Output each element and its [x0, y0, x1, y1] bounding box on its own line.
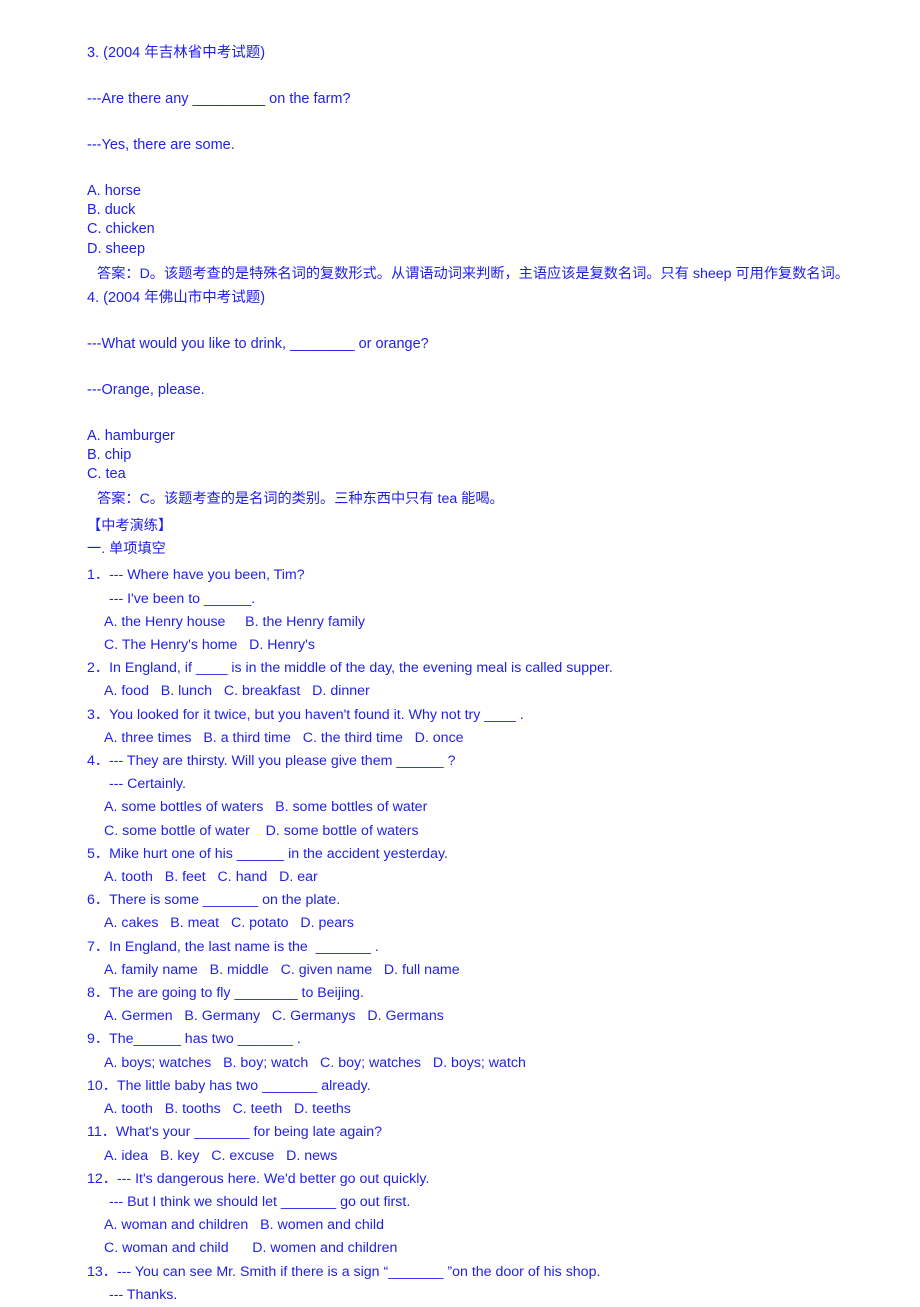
question-options-row: C. some bottle of water D. some bottle o… — [104, 822, 419, 839]
question-item: 4．--- They are thirsty. Will you please … — [87, 750, 887, 843]
question-item: 10．The little baby has two _______ alrea… — [87, 1075, 887, 1121]
question-options-row: A. the Henry house B. the Henry family — [104, 613, 366, 630]
example-explanation: 答案：C。该题考查的是名词的类别。三种东西中只有 tea 能喝。 — [97, 491, 504, 508]
section-tag: 【中考演练】 — [87, 518, 173, 535]
worked-example-3: 3. (2004 年吉林省中考试题) ---Are there any ____… — [87, 44, 887, 287]
option-b: B. duck — [87, 202, 136, 219]
question-stem: 11．What's your _______ for being late ag… — [87, 1124, 383, 1141]
example-heading: 4. (2004 年佛山市中考试题) — [87, 289, 266, 306]
question-item: 3．You looked for it twice, but you haven… — [87, 704, 887, 750]
example-question: ---Are there any _________ on the farm? — [87, 91, 351, 107]
example-options: A. hamburger B. chip C. tea — [87, 427, 887, 485]
option-c: C. tea — [87, 466, 126, 483]
question-stem: 7．In England, the last name is the _____… — [87, 938, 379, 955]
question-options-row: A. some bottles of waters B. some bottle… — [104, 799, 428, 816]
question-stem: 9．The______ has two _______ . — [87, 1031, 301, 1048]
document-body: 3. (2004 年吉林省中考试题) ---Are there any ____… — [87, 44, 887, 1307]
question-item: 5．Mike hurt one of his ______ in the acc… — [87, 843, 887, 889]
option-d: D. sheep — [87, 240, 146, 257]
question-stem: 2．In England, if ____ is in the middle o… — [87, 660, 613, 677]
question-item: 12．--- It's dangerous here. We'd better … — [87, 1168, 887, 1261]
question-continuation: --- Certainly. — [109, 776, 186, 793]
question-options-row: C. The Henry's home D. Henry's — [104, 637, 315, 654]
question-continuation: --- But I think we should let _______ go… — [109, 1193, 411, 1210]
question-options-row: A. idea B. key C. excuse D. news — [104, 1147, 338, 1164]
question-continuation: --- Thanks. — [109, 1286, 178, 1303]
question-stem: 12．--- It's dangerous here. We'd better … — [87, 1170, 430, 1187]
question-options-row: A. family name B. middle C. given name D… — [104, 961, 460, 978]
example-question: ---What would you like to drink, _______… — [87, 335, 429, 352]
option-a: A. hamburger — [87, 427, 175, 444]
question-stem: 4．--- They are thirsty. Will you please … — [87, 753, 456, 770]
example-options: A. horse B. duck C. chicken D. sheep — [87, 182, 887, 259]
question-options-row: A. Germen B. Germany C. Germanys D. Germ… — [104, 1008, 444, 1025]
question-stem: 10．The little baby has two _______ alrea… — [87, 1077, 371, 1094]
section-subtitle: 一. 单项填空 — [87, 541, 166, 558]
question-item: 2．In England, if ____ is in the middle o… — [87, 657, 887, 703]
example-explanation: 答案：D。该题考查的是特殊名词的复数形式。从谓语动词来判断，主语应该是复数名词。… — [97, 265, 849, 282]
question-item: 6．There is some _______ on the plate. A.… — [87, 889, 887, 935]
example-answer-line: ---Yes, there are some. — [87, 137, 235, 153]
example-heading: 3. (2004 年吉林省中考试题) — [87, 45, 266, 61]
question-item: 13．--- You can see Mr. Smith if there is… — [87, 1261, 887, 1307]
question-item: 11．What's your _______ for being late ag… — [87, 1121, 887, 1167]
question-options-row: C. woman and child D. women and children — [104, 1240, 398, 1257]
question-stem: 1．--- Where have you been, Tim? — [87, 567, 305, 584]
question-stem: 8．The are going to fly ________ to Beiji… — [87, 985, 364, 1002]
question-item: 9．The______ has two _______ . A. boys; w… — [87, 1028, 887, 1074]
option-b: B. chip — [87, 447, 132, 464]
question-item: 7．In England, the last name is the _____… — [87, 936, 887, 982]
question-options-row: A. food B. lunch C. breakfast D. dinner — [104, 683, 370, 700]
question-options-row: A. tooth B. feet C. hand D. ear — [104, 869, 318, 886]
question-options-row: A. woman and children B. women and child — [104, 1217, 384, 1234]
question-options-row: A. cakes B. meat C. potato D. pears — [104, 915, 354, 932]
question-stem: 13．--- You can see Mr. Smith if there is… — [87, 1263, 601, 1280]
question-options-row: A. boys; watches B. boy; watch C. boy; w… — [104, 1054, 526, 1071]
question-item: 1．--- Where have you been, Tim? --- I've… — [87, 564, 887, 657]
question-stem: 6．There is some _______ on the plate. — [87, 892, 341, 909]
document-page: 3. (2004 年吉林省中考试题) ---Are there any ____… — [0, 0, 920, 1303]
question-stem: 3．You looked for it twice, but you haven… — [87, 706, 524, 723]
option-a: A. horse — [87, 183, 141, 199]
example-answer-line: ---Orange, please. — [87, 381, 205, 398]
question-item: 8．The are going to fly ________ to Beiji… — [87, 982, 887, 1028]
option-c: C. chicken — [87, 221, 155, 238]
drill-question-list: 1．--- Where have you been, Tim? --- I've… — [87, 564, 887, 1307]
question-stem: 5．Mike hurt one of his ______ in the acc… — [87, 845, 448, 862]
question-continuation: --- I've been to ______. — [109, 590, 256, 607]
question-options-row: A. tooth B. tooths C. teeth D. teeths — [104, 1101, 351, 1118]
worked-example-4: 4. (2004 年佛山市中考试题) ---What would you lik… — [87, 289, 887, 513]
question-options-row: A. three times B. a third time C. the th… — [104, 729, 464, 746]
